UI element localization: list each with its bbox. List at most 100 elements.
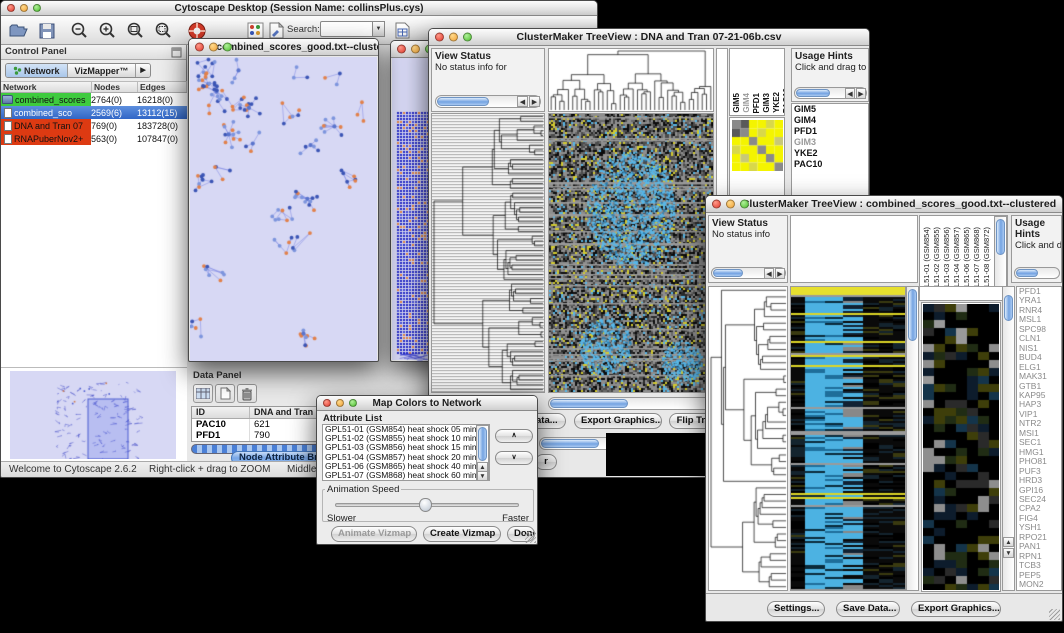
tv1-row-label[interactable]: PAC10 <box>792 159 868 170</box>
minimize-button[interactable] <box>449 33 458 42</box>
attribute-listbox: GPL51-01 (GSM854) heat shock 05 minGPL51… <box>322 424 490 481</box>
network-overview-thumbnail[interactable] <box>10 371 176 459</box>
tv2-top-dendrogram-area[interactable] <box>790 215 918 283</box>
panel-tabs: Network VizMapper™ ▶ <box>5 63 151 78</box>
gene-label[interactable]: MON2 <box>1017 580 1061 589</box>
tv2-export-graphics-button[interactable]: Export Graphics... <box>911 601 1001 617</box>
tv2-resize-grip[interactable] <box>1049 609 1060 620</box>
minimize-button[interactable] <box>726 200 735 209</box>
tv1-column-label: GIM3 <box>762 93 771 113</box>
animate-vizmap-button[interactable]: Animate Vizmap <box>331 526 417 542</box>
network-view-title: combined_scores_good.txt--cluste... <box>217 42 378 53</box>
control-panel-title: Control Panel <box>5 46 67 57</box>
save-icon[interactable] <box>35 19 58 42</box>
slower-label: Slower <box>327 513 356 524</box>
network-view-title-bar[interactable]: combined_scores_good.txt--cluste... <box>189 39 378 56</box>
close-button[interactable] <box>323 399 331 407</box>
tv1-row-label[interactable]: GIM3 <box>792 137 868 148</box>
zoom-out-icon[interactable] <box>67 19 90 42</box>
tv1-status-scrollbar[interactable]: ◀▶ <box>435 95 541 108</box>
data-panel-title: Data Panel <box>193 370 242 381</box>
tv1-hints-scrollbar[interactable]: ◀▶ <box>794 87 867 99</box>
tv2-gene-scrollbar[interactable]: ▲ ▼ <box>1002 286 1015 591</box>
zoom-in-icon[interactable] <box>95 19 118 42</box>
status-pan-hint: Middle- <box>287 464 320 475</box>
attribute-list-scrollbar[interactable]: ▲ ▼ <box>476 425 489 480</box>
zoom-button[interactable] <box>33 4 41 12</box>
tv1-row-label[interactable]: GIM5 <box>792 104 868 115</box>
tv1-partial-button[interactable]: r <box>535 454 557 470</box>
tv1-row-label[interactable]: PFD1 <box>792 126 868 137</box>
treeview1-title-bar[interactable]: ClusterMaker TreeView : DNA and Tran 07-… <box>429 29 869 46</box>
tv2-status-scrollbar[interactable]: ◀▶ <box>711 267 786 279</box>
tv1-column-label: GIM4 <box>742 93 751 113</box>
attribute-item[interactable]: GPL51-07 (GSM868) heat shock 60 min <box>323 471 475 480</box>
minimize-button[interactable] <box>209 43 218 52</box>
tv1-yellow-matrix[interactable] <box>732 120 783 171</box>
close-button[interactable] <box>195 43 204 52</box>
dialog-resize-grip[interactable] <box>525 532 536 543</box>
network-graph-canvas[interactable] <box>190 57 377 361</box>
close-button[interactable] <box>397 45 406 54</box>
delete-attribute-trash-icon[interactable] <box>237 384 257 403</box>
zoom-button[interactable] <box>740 200 749 209</box>
network-row[interactable]: DNA and Tran 07 769(0) 183728(0) <box>1 119 187 132</box>
create-vizmap-button[interactable]: Create Vizmap <box>423 526 501 542</box>
minimize-button[interactable] <box>411 45 420 54</box>
minimize-button[interactable] <box>336 399 344 407</box>
network-view-window: combined_scores_good.txt--cluste... <box>188 38 379 362</box>
treeview2-window: ClusterMaker TreeView : combined_scores_… <box>705 195 1063 622</box>
network-row[interactable]: RNAPuberNov2+ 563(0) 107847(0) <box>1 132 187 145</box>
tv2-left-dendrogram[interactable] <box>708 286 788 591</box>
zoom-button[interactable] <box>223 43 232 52</box>
tv2-hints-scrollbar[interactable] <box>1014 267 1060 279</box>
zoom-selected-icon[interactable] <box>151 19 174 42</box>
main-window-title: Cytoscape Desktop (Session Name: collins… <box>175 3 424 14</box>
zoom-button[interactable] <box>349 399 357 407</box>
tv2-heatmap[interactable] <box>790 286 906 591</box>
tv1-heatmap[interactable] <box>548 113 714 393</box>
main-title-bar[interactable]: Cytoscape Desktop (Session Name: collins… <box>1 1 597 16</box>
network-row[interactable]: combined_scores 2764(0) 16218(0) <box>1 93 187 106</box>
attribute-list-label: Attribute List <box>323 413 382 424</box>
tv2-save-data-button[interactable]: Save Data... <box>836 601 900 617</box>
open-folder-icon[interactable] <box>7 19 30 42</box>
tv2-coarse-heatmap[interactable] <box>923 304 999 590</box>
close-button[interactable] <box>712 200 721 209</box>
minimize-button[interactable] <box>20 4 28 12</box>
network-table-header: Network Nodes Edges <box>1 81 187 93</box>
move-down-button[interactable]: ∨ <box>495 451 533 465</box>
tv2-heatmap-scrollbar[interactable] <box>906 286 919 591</box>
desktop: Cytoscape Desktop (Session Name: collins… <box>0 0 1064 633</box>
tab-network[interactable]: Network <box>6 64 68 77</box>
close-button[interactable] <box>7 4 15 12</box>
tab-vizmapper[interactable]: VizMapper™ <box>68 64 137 77</box>
float-panel-icon[interactable] <box>171 47 182 58</box>
tab-overflow-arrow[interactable]: ▶ <box>136 64 149 77</box>
tv2-usage-hints-panel: Usage Hints Click and drag to <box>1011 215 1062 283</box>
table-mode-icon[interactable] <box>193 384 213 403</box>
dense-network-cluster[interactable] <box>396 110 430 362</box>
animation-speed-label: Animation Speed <box>325 484 401 495</box>
attribute-browser-icon[interactable] <box>391 19 414 42</box>
tv1-left-dendrogram[interactable] <box>431 113 545 393</box>
tv1-view-status-panel: View Status No status info for ◀▶ <box>431 48 545 112</box>
network-row[interactable]: combined_sco 2569(6) 13112(15) <box>1 106 187 119</box>
search-dropdown-arrow[interactable]: ▼ <box>372 21 385 37</box>
treeview2-title-bar[interactable]: ClusterMaker TreeView : combined_scores_… <box>706 196 1062 213</box>
tv2-coarse-heatmap-box <box>921 302 1001 592</box>
tv1-top-dendrogram[interactable] <box>548 48 714 112</box>
tv1-export-graphics-button[interactable]: Export Graphics... <box>574 413 662 429</box>
tv1-row-label[interactable]: GIM4 <box>792 115 868 126</box>
faster-label: Faster <box>502 513 529 524</box>
move-up-button[interactable]: ∧ <box>495 429 533 443</box>
tv2-settings-button[interactable]: Settings... <box>767 601 825 617</box>
close-button[interactable] <box>435 33 444 42</box>
slider-thumb[interactable] <box>419 498 432 512</box>
zoom-fit-icon[interactable] <box>123 19 146 42</box>
tv1-row-label[interactable]: YKE2 <box>792 148 868 159</box>
network-list-empty-area <box>1 145 187 367</box>
dialog-title-bar[interactable]: Map Colors to Network <box>317 396 537 411</box>
new-attribute-icon[interactable] <box>215 384 235 403</box>
zoom-button[interactable] <box>463 33 472 42</box>
